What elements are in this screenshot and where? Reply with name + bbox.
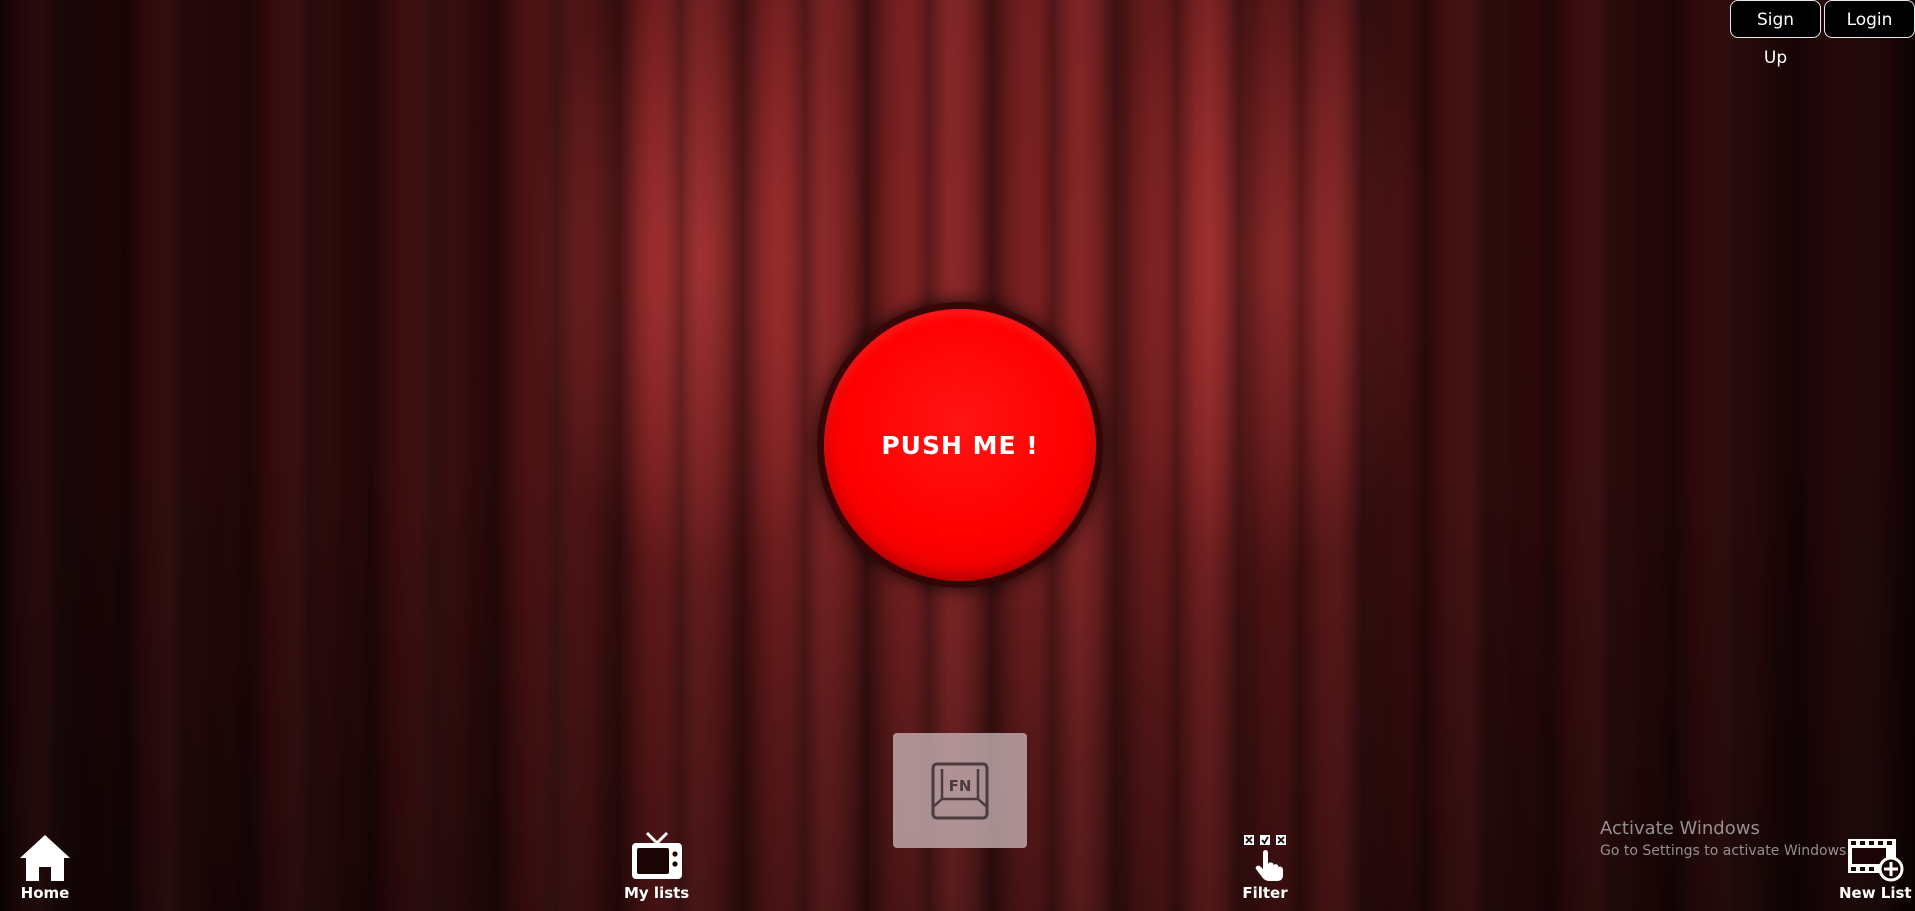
nav-my-lists-label: My lists bbox=[624, 884, 690, 902]
push-button-ring: PUSH ME ! bbox=[817, 302, 1103, 588]
fn-key-icon: FN bbox=[931, 762, 989, 819]
tv-icon bbox=[631, 831, 682, 879]
nav-filter[interactable]: Filter bbox=[1241, 833, 1289, 902]
fn-key-button[interactable]: FN bbox=[893, 733, 1027, 848]
sign-up-button[interactable]: Sign Up bbox=[1730, 0, 1821, 68]
film-plus-icon bbox=[1848, 839, 1904, 882]
watermark-subtitle: Go to Settings to activate Windows. bbox=[1600, 843, 1851, 859]
nav-new-list-label: New List bbox=[1839, 884, 1912, 902]
nav-home[interactable]: Home bbox=[18, 833, 72, 902]
nav-filter-label: Filter bbox=[1242, 884, 1288, 902]
watermark-title: Activate Windows bbox=[1600, 818, 1760, 839]
home-icon bbox=[20, 835, 70, 881]
auth-buttons: Sign Up Login bbox=[1730, 0, 1915, 68]
fn-key-label: FN bbox=[949, 777, 972, 795]
push-me-button[interactable]: PUSH ME ! bbox=[824, 309, 1096, 581]
windows-activation-watermark: Activate Windows Go to Settings to activ… bbox=[1600, 818, 1851, 859]
filter-hand-icon bbox=[1244, 835, 1286, 881]
nav-home-label: Home bbox=[20, 884, 70, 902]
push-me-label: PUSH ME ! bbox=[881, 430, 1039, 460]
nav-my-lists[interactable]: My lists bbox=[624, 831, 689, 902]
login-button[interactable]: Login bbox=[1824, 0, 1915, 38]
